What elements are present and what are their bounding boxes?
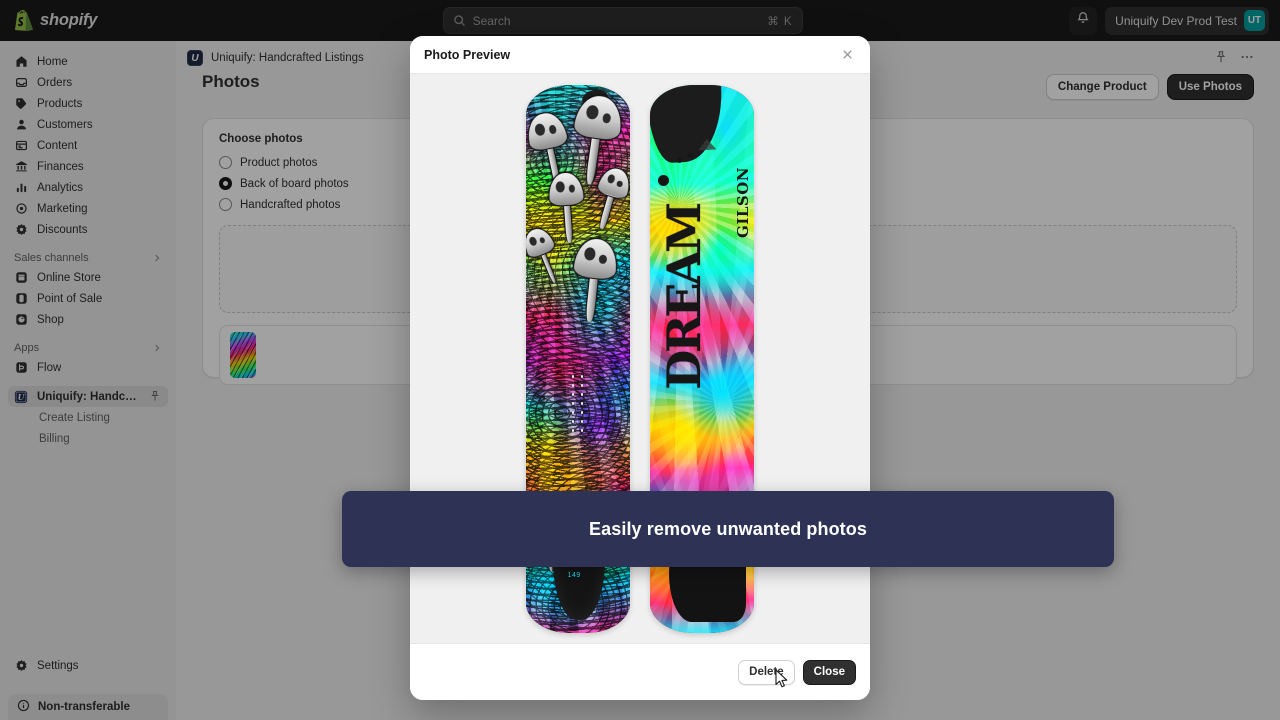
modal-title: Photo Preview — [424, 47, 511, 62]
app-root: shopify Search ⌘ K Uniquify Dev Prod Tes… — [0, 0, 1280, 720]
board-model-text: DREAM — [656, 205, 711, 390]
delete-button[interactable]: Delete — [738, 659, 795, 685]
close-button[interactable]: Close — [802, 659, 856, 685]
mushroom-graphic — [546, 170, 588, 244]
board-tail-number: 149 — [567, 572, 581, 580]
mushroom-stem — [598, 194, 615, 229]
mushroom-cap — [571, 235, 620, 281]
coachmark-banner: Easily remove unwanted photos — [342, 491, 1114, 567]
board-brand-text: GILSON — [734, 166, 752, 238]
mushroom-stem — [584, 276, 599, 323]
close-x-icon[interactable] — [840, 47, 856, 63]
mushroom-stem — [539, 252, 558, 285]
modal-footer: Delete Close — [410, 643, 870, 700]
mushroom-cap — [571, 92, 626, 143]
modal-header: Photo Preview — [410, 36, 870, 74]
coachmark-text: Easily remove unwanted photos — [589, 518, 867, 539]
photo-preview-modal: Photo Preview 149 GILSON DREAM Delete Cl… — [410, 36, 870, 700]
mushroom-graphic — [568, 235, 620, 323]
mushroom-cap — [526, 108, 571, 154]
board-dot-column — [571, 374, 588, 447]
mushroom-cap — [546, 170, 585, 208]
mushroom-stem — [562, 204, 574, 244]
